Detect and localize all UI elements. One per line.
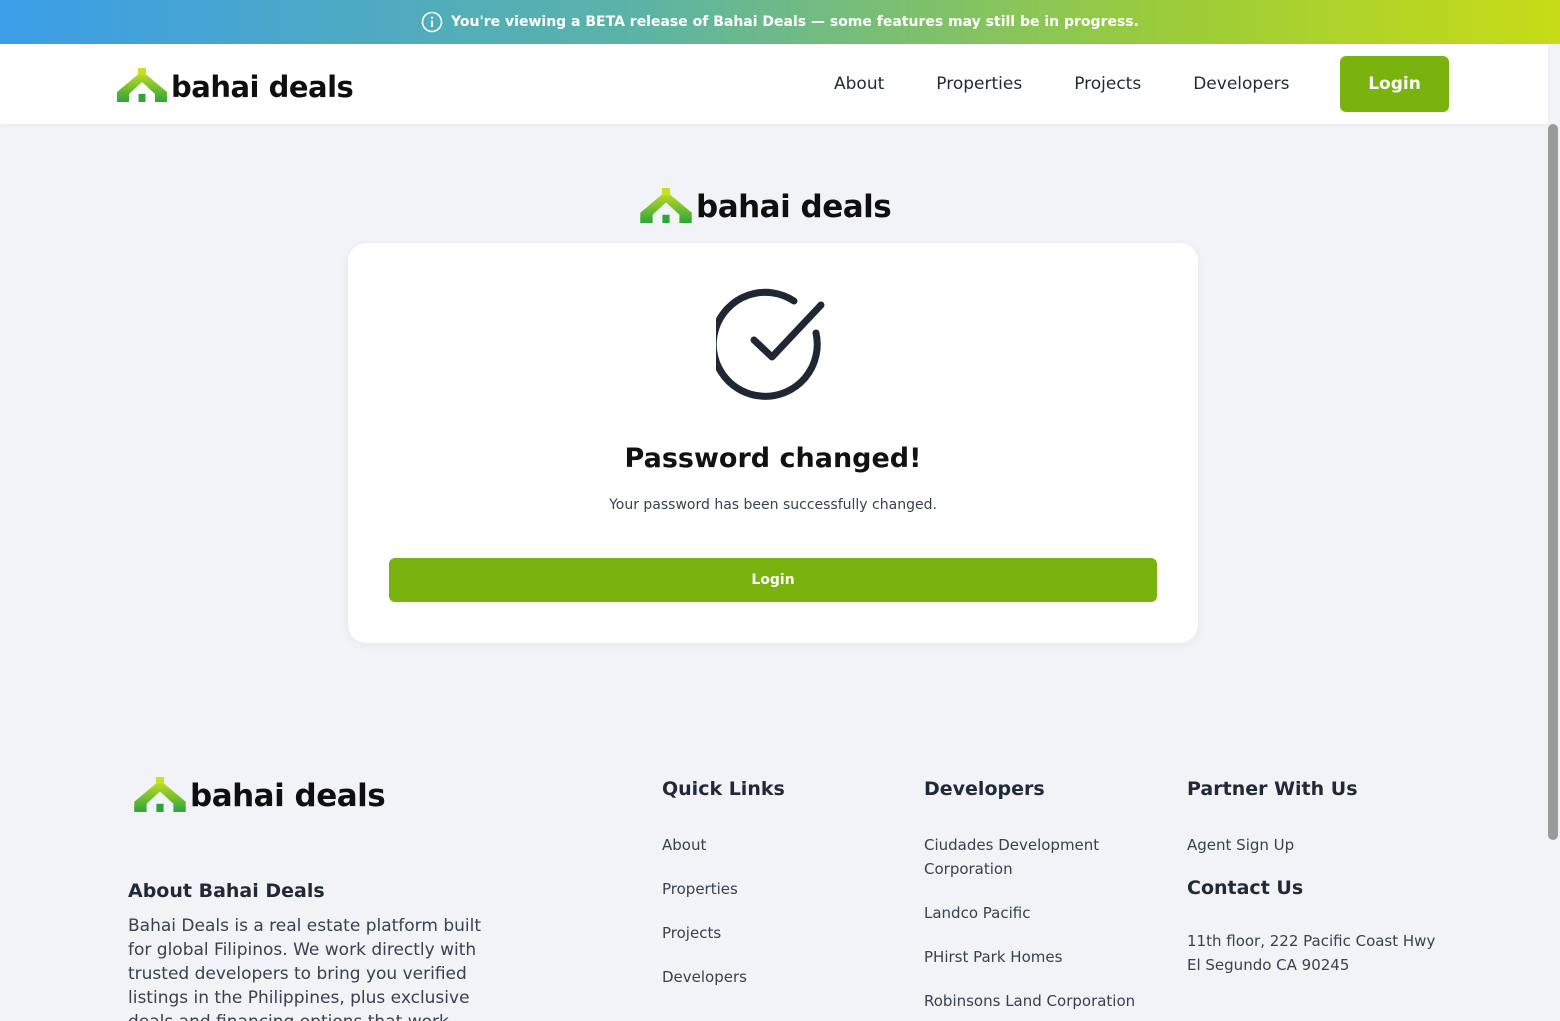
footer-link-properties[interactable]: Properties [662, 877, 785, 901]
footer-partner: Partner With Us Agent Sign Up Contact Us… [1187, 778, 1437, 977]
house-icon [134, 777, 186, 812]
nav-link-properties[interactable]: Properties [910, 74, 1048, 94]
footer-link-projects[interactable]: Projects [662, 921, 785, 945]
navbar: bahai deals About Properties Projects De… [0, 44, 1548, 124]
nav-link-about[interactable]: About [808, 74, 910, 94]
card-message: Your password has been successfully chan… [609, 497, 937, 513]
footer-developers-title: Developers [924, 778, 1045, 800]
footer-partner-title: Partner With Us [1187, 778, 1358, 800]
footer-quick-links: Quick Links About Properties Projects De… [662, 778, 785, 1009]
scrollbar-thumb[interactable] [1548, 124, 1558, 840]
beta-banner-text: You're viewing a BETA release of Bahai D… [451, 14, 1139, 30]
nav-link-projects[interactable]: Projects [1048, 74, 1167, 94]
card-title: Password changed! [624, 443, 922, 474]
nav-links: About Properties Projects Developers [808, 44, 1316, 124]
footer-brand-logo[interactable]: bahai deals [134, 777, 386, 814]
footer-link-developers[interactable]: Developers [662, 965, 785, 989]
nav-link-developers[interactable]: Developers [1167, 74, 1315, 94]
footer-about-text: Bahai Deals is a real estate platform bu… [128, 916, 482, 1021]
beta-banner: You're viewing a BETA release of Bahai D… [0, 0, 1560, 44]
footer-link-about[interactable]: About [662, 833, 785, 857]
footer-link-agent-signup[interactable]: Agent Sign Up [1187, 833, 1437, 857]
footer-contact-title: Contact Us [1187, 877, 1304, 899]
info-icon [421, 11, 443, 33]
footer-quick-links-title: Quick Links [662, 778, 785, 800]
brand-name: bahai deals [696, 189, 892, 225]
center-brand-logo: bahai deals [640, 188, 892, 225]
brand-name: bahai deals [190, 778, 386, 814]
footer-link-ciudades[interactable]: Ciudades Development Corporation [924, 833, 1144, 881]
footer-contact-address: 11th floor, 222 Pacific Coast Hwy El Seg… [1187, 932, 1436, 974]
footer-link-robinsons[interactable]: Robinsons Land Corporation [924, 989, 1144, 1013]
footer-link-phirst[interactable]: PHirst Park Homes [924, 945, 1144, 969]
footer-link-landco[interactable]: Landco Pacific [924, 901, 1144, 925]
password-changed-card: Password changed! Your password has been… [348, 243, 1198, 643]
login-button[interactable]: Login [389, 558, 1157, 602]
nav-login-button[interactable]: Login [1340, 56, 1449, 112]
brand-name: bahai deals [171, 70, 354, 104]
house-icon [640, 188, 692, 223]
brand-logo[interactable]: bahai deals [117, 68, 354, 104]
footer-about-title: About Bahai Deals [128, 880, 325, 902]
check-circle-icon [709, 287, 830, 401]
house-icon [117, 68, 167, 102]
footer-developers: Developers Ciudades Development Corporat… [924, 778, 1144, 1021]
